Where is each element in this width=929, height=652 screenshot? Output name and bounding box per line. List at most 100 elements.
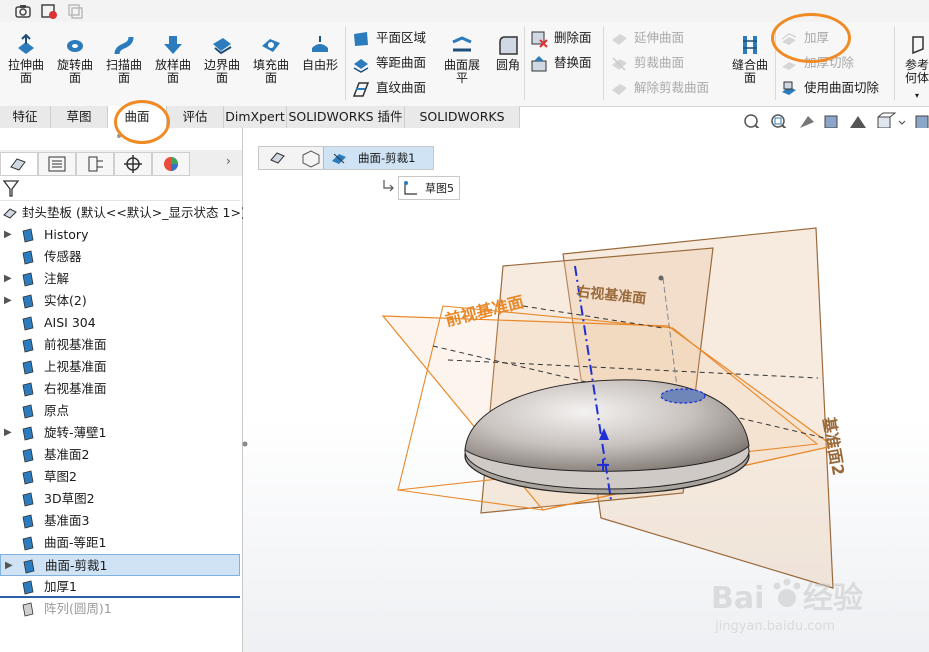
tree-item[interactable]: ▶ 注解 [0, 268, 240, 290]
tree-item-icon [22, 338, 34, 353]
button-label: 等距曲面 [376, 55, 427, 70]
model-view: 前视基准面 右视基准面 基准面2 [381, 227, 848, 589]
button-label: 扫描曲 [105, 58, 142, 72]
record-icon[interactable] [40, 2, 58, 20]
extruded-surface-button[interactable]: 拉伸曲面 [5, 28, 47, 102]
boundary-surface-button[interactable]: 边界曲面 [201, 28, 243, 102]
surface-flatten-button[interactable]: 曲面展平 [441, 28, 483, 102]
tree-item[interactable]: AISI 304 [0, 312, 240, 334]
rollback-bar[interactable] [0, 596, 240, 598]
tree-item[interactable]: 阵列(圆周)1 [0, 598, 240, 620]
dimxpertmanager-tab[interactable] [114, 152, 152, 176]
tree-item[interactable]: 3D草图2 [0, 488, 240, 510]
breadcrumb-sketch[interactable]: 草图5 [398, 176, 460, 200]
button-label: 平 [455, 71, 468, 85]
camera-icon[interactable] [14, 2, 32, 20]
extrude-surface-icon [15, 33, 37, 56]
expand-arrow-icon[interactable]: ▶ [4, 290, 14, 312]
tree-item[interactable]: 上视基准面 [0, 356, 240, 378]
tab-features[interactable]: 特征 [0, 106, 51, 128]
breadcrumb: 曲面-剪裁1 [258, 146, 434, 170]
tree-item[interactable]: 草图2 [0, 466, 240, 488]
cut-with-surface-button[interactable]: 使用曲面切除 [780, 77, 879, 99]
expand-arrow-icon[interactable]: ▶ [5, 555, 15, 577]
tree-item[interactable]: 前视基准面 [0, 334, 240, 356]
baidu-watermark: Bai 经验 jingyan.baidu.com [711, 576, 921, 636]
configurationmanager-tab[interactable] [76, 152, 114, 176]
ruled-surface-button[interactable]: 直纹曲面 [352, 77, 426, 99]
revolve-surface-icon [64, 34, 86, 56]
replace-face-button[interactable]: 替换面 [530, 52, 592, 74]
expand-arrow-icon[interactable]: ▶ [4, 422, 14, 444]
trim-hole [660, 388, 706, 404]
untrim-surface-icon [610, 80, 628, 98]
tree-item-label: 传感器 [44, 249, 82, 264]
trim-surface-icon [332, 153, 346, 164]
button-label: 参考 [904, 58, 929, 72]
swept-surface-button[interactable]: 扫描曲面 [103, 28, 145, 102]
dynamic-annotation-icon [850, 116, 866, 128]
replace-face-icon [530, 55, 548, 73]
tree-item[interactable]: 基准面3 [0, 510, 240, 532]
chevron-right-icon[interactable]: › [226, 154, 238, 172]
tree-item[interactable]: ▶ History [0, 224, 240, 246]
tab-mbd[interactable]: SOLIDWORKS MBD [405, 106, 520, 146]
reference-geometry-button[interactable]: 参考 何体 ▾ [897, 28, 929, 102]
button-label: 面 [19, 71, 32, 85]
button-label: 使用曲面切除 [804, 80, 880, 95]
tree-item[interactable]: 右视基准面 [0, 378, 240, 400]
delete-face-button[interactable]: 删除面 [530, 27, 592, 49]
arrow-down-right-icon [381, 178, 397, 194]
configuration-icon [88, 156, 103, 172]
graphics-area[interactable]: 前视基准面 右视基准面 基准面2 曲面-剪裁1 草图5 Bai 经验 jingy… [243, 128, 929, 652]
knit-surface-icon [739, 34, 761, 56]
expand-arrow-icon[interactable]: ▶ [4, 268, 14, 290]
crosshair-icon [124, 155, 142, 173]
featuremanager-tab[interactable] [0, 152, 38, 176]
tree-item[interactable]: 原点 [0, 400, 240, 422]
delete-face-icon [530, 30, 548, 48]
tree-item[interactable]: 加厚1 [0, 576, 240, 598]
tree-item[interactable]: ▶ 实体(2) [0, 290, 240, 312]
tree-item-icon [22, 228, 34, 243]
expand-arrow-icon[interactable]: ▶ [4, 224, 14, 246]
button-label: 自由形 [301, 58, 338, 72]
propertymanager-tab[interactable] [38, 152, 76, 176]
offset-surface-button[interactable]: 等距曲面 [352, 52, 426, 74]
panel-splitter-handle[interactable] [242, 436, 248, 452]
button-label: 删除面 [554, 30, 592, 45]
tree-item[interactable]: 基准面2 [0, 444, 240, 466]
breadcrumb-sketch-label: 草图5 [425, 182, 454, 195]
tab-dimxpert[interactable]: DimXpert [224, 106, 287, 128]
property-list-icon [48, 156, 66, 172]
tree-item-icon [22, 426, 34, 441]
tree-item-icon [22, 470, 34, 485]
lofted-surface-button[interactable]: 放样曲面 [152, 28, 194, 102]
tree-item[interactable]: ▶ 旋转-薄壁1 [0, 422, 240, 444]
tree-item[interactable]: 曲面-等距1 [0, 532, 240, 554]
tree-item-label: 上视基准面 [44, 359, 107, 374]
breadcrumb-feature[interactable]: 曲面-剪裁1 [323, 147, 433, 169]
tree-item[interactable]: ▶ 曲面-剪裁1 [0, 554, 240, 576]
planar-surface-button[interactable]: 平面区域 [352, 27, 426, 49]
revolved-surface-button[interactable]: 旋转曲面 [54, 28, 96, 102]
fillet-button[interactable]: 圆角 [487, 28, 529, 102]
tab-sketch[interactable]: 草图 [51, 106, 108, 128]
tab-addins[interactable]: SOLIDWORKS 插件 [287, 106, 405, 128]
tab-evaluate[interactable]: 评估 [167, 106, 224, 128]
filled-surface-button[interactable]: 填充曲面 [250, 28, 292, 102]
button-label: 面 [68, 71, 81, 85]
sweep-surface-icon [113, 34, 135, 56]
tree-item-icon [22, 536, 34, 551]
knit-surface-button[interactable]: 缝合曲面 [727, 28, 773, 102]
tree-root[interactable]: 封头垫板 (默认<<默认>_显示状态 1>) [0, 202, 246, 224]
freeform-button[interactable]: 自由形 [299, 28, 341, 102]
button-label: 缝合曲 [731, 58, 768, 72]
filter-bar[interactable] [0, 176, 240, 201]
displaymanager-tab[interactable] [152, 152, 190, 176]
tree-item[interactable]: 传感器 [0, 246, 240, 268]
button-label: 圆角 [495, 58, 520, 72]
view-orientation-icon [877, 112, 897, 129]
button-label: 延伸曲面 [634, 30, 685, 45]
cut-with-surface-icon [780, 80, 798, 98]
